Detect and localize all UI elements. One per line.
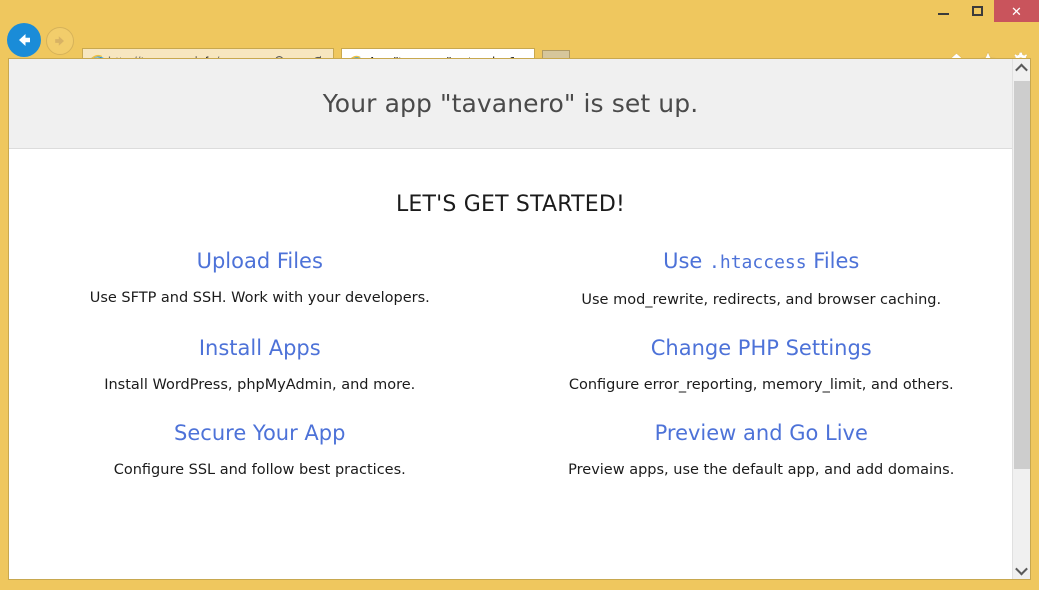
chevron-up-icon: [1015, 63, 1028, 76]
link-secure-your-app[interactable]: Secure Your App: [174, 419, 345, 447]
card-secure-your-app: Secure Your App Configure SSL and follow…: [9, 419, 511, 480]
links-grid: Upload Files Use SFTP and SSH. Work with…: [9, 247, 1012, 480]
page-banner: Your app "tavanero" is set up.: [9, 59, 1012, 149]
card-description: Use mod_rewrite, redirects, and browser …: [581, 292, 942, 308]
link-text-mono: .htaccess: [709, 252, 807, 273]
link-upload-files[interactable]: Upload Files: [197, 247, 323, 275]
navigation-bar: http://tavanero.info/: [0, 22, 1039, 75]
page-content: Your app "tavanero" is set up. LET'S GET…: [9, 59, 1012, 579]
minimize-button[interactable]: [926, 0, 960, 22]
maximize-button[interactable]: [960, 0, 994, 22]
forward-button[interactable]: [46, 27, 74, 55]
scroll-down-button[interactable]: [1013, 561, 1030, 579]
back-arrow-icon: [19, 34, 30, 46]
link-install-apps[interactable]: Install Apps: [199, 334, 321, 362]
maximize-icon: [971, 6, 983, 16]
card-description: Preview apps, use the default app, and a…: [568, 462, 955, 478]
scrollbar-thumb[interactable]: [1014, 81, 1030, 469]
scroll-up-button[interactable]: [1013, 59, 1030, 77]
vertical-scrollbar[interactable]: [1012, 59, 1030, 579]
title-bar: ✕: [0, 0, 1039, 22]
close-icon: ✕: [1011, 3, 1022, 19]
card-description: Configure error_reporting, memory_limit,…: [568, 377, 954, 393]
card-install-apps: Install Apps Install WordPress, phpMyAdm…: [9, 334, 511, 395]
link-change-php-settings[interactable]: Change PHP Settings: [651, 334, 872, 362]
card-description: Configure SSL and follow best practices.: [113, 462, 406, 478]
card-description: Use SFTP and SSH. Work with your develop…: [89, 290, 430, 306]
link-text: Install Apps: [198, 336, 321, 360]
forward-arrow-icon: [55, 36, 64, 46]
browser-viewport: Your app "tavanero" is set up. LET'S GET…: [8, 58, 1031, 580]
link-text: Preview and Go Live: [654, 421, 868, 445]
chevron-down-icon: [1015, 562, 1028, 575]
link-use-htaccess-files[interactable]: Use .htaccess Files: [663, 247, 859, 277]
link-text: Upload Files: [196, 249, 323, 273]
link-text-pre: Use: [663, 249, 710, 273]
browser-window: ✕ http://tavanero.info/: [0, 0, 1039, 590]
card-description: Install WordPress, phpMyAdmin, and more.: [104, 377, 416, 393]
window-controls: ✕: [926, 0, 1039, 22]
card-use-htaccess-files: Use .htaccess Files Use mod_rewrite, red…: [511, 247, 1013, 310]
card-preview-and-go-live: Preview and Go Live Preview apps, use th…: [511, 419, 1013, 480]
link-text: Change PHP Settings: [650, 336, 872, 360]
link-text-post: Files: [806, 249, 860, 273]
link-preview-and-go-live[interactable]: Preview and Go Live: [655, 419, 868, 447]
card-upload-files: Upload Files Use SFTP and SSH. Work with…: [9, 247, 511, 310]
section-heading: LET'S GET STARTED!: [395, 192, 626, 217]
close-window-button[interactable]: ✕: [994, 0, 1039, 22]
minimize-icon: [937, 13, 949, 15]
card-change-php-settings: Change PHP Settings Configure error_repo…: [511, 334, 1013, 395]
link-text: Secure Your App: [174, 421, 346, 445]
page-title: Your app "tavanero" is set up.: [322, 89, 699, 118]
back-button[interactable]: [7, 23, 41, 57]
